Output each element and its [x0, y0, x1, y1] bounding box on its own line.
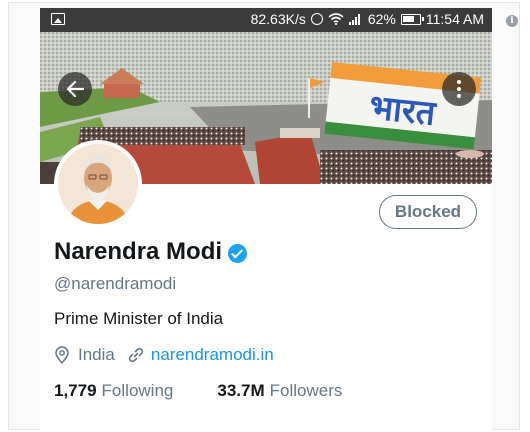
- location-pin-icon: [55, 346, 69, 364]
- display-name: Narendra Modi: [54, 238, 223, 265]
- back-button[interactable]: [58, 72, 92, 106]
- profile-meta: India narendramodi.in: [54, 345, 274, 365]
- following-label: Following: [101, 381, 174, 400]
- alarm-icon: [310, 13, 323, 25]
- more-dot: [457, 87, 461, 91]
- more-dot: [457, 94, 461, 98]
- profile-stats: 1,779 Following 33.7M Followers: [54, 381, 342, 401]
- phone-screen: 82.63K/s 62% 11:54 AM भारत Blocked Naren…: [40, 8, 492, 432]
- stat-spacer: [173, 381, 217, 401]
- status-bar: 82.63K/s 62% 11:54 AM: [40, 8, 492, 32]
- more-options-button[interactable]: [442, 72, 476, 106]
- clock: 11:54 AM: [425, 11, 484, 27]
- following-stat[interactable]: 1,779 Following: [54, 381, 173, 401]
- followers-stat[interactable]: 33.7M Followers: [217, 381, 342, 401]
- back-arrow-icon: [66, 81, 84, 97]
- avatar-image: [58, 144, 138, 224]
- profile-bio: Prime Minister of India: [54, 309, 224, 328]
- page-background: i 82.63K/s 62% 11:54 AM भारत Blocked Nar…: [0, 0, 530, 432]
- signal-icon: [348, 13, 363, 25]
- profile-website-link[interactable]: narendramodi.in: [151, 345, 274, 365]
- more-vertical-icon: [457, 80, 461, 84]
- link-icon: [128, 347, 143, 363]
- verified-badge-icon: [228, 243, 248, 263]
- status-bar-right: 82.63K/s 62% 11:54 AM: [251, 11, 484, 27]
- name-row: Narendra Modi: [54, 238, 248, 266]
- following-count: 1,779: [54, 381, 97, 400]
- info-icon[interactable]: i: [506, 15, 518, 27]
- crowd-formation-text: भारत: [367, 87, 438, 134]
- followers-label: Followers: [269, 381, 343, 400]
- blocked-button[interactable]: Blocked: [379, 195, 477, 229]
- image-icon: [51, 13, 65, 25]
- network-speed: 82.63K/s: [250, 11, 306, 27]
- user-handle: @narendramodi: [54, 274, 177, 293]
- profile-location: India: [78, 345, 115, 364]
- wifi-icon: [328, 13, 344, 25]
- avatar[interactable]: [54, 140, 142, 228]
- battery-icon: [400, 13, 424, 25]
- battery-percent: 62%: [367, 11, 396, 27]
- followers-count: 33.7M: [217, 381, 265, 400]
